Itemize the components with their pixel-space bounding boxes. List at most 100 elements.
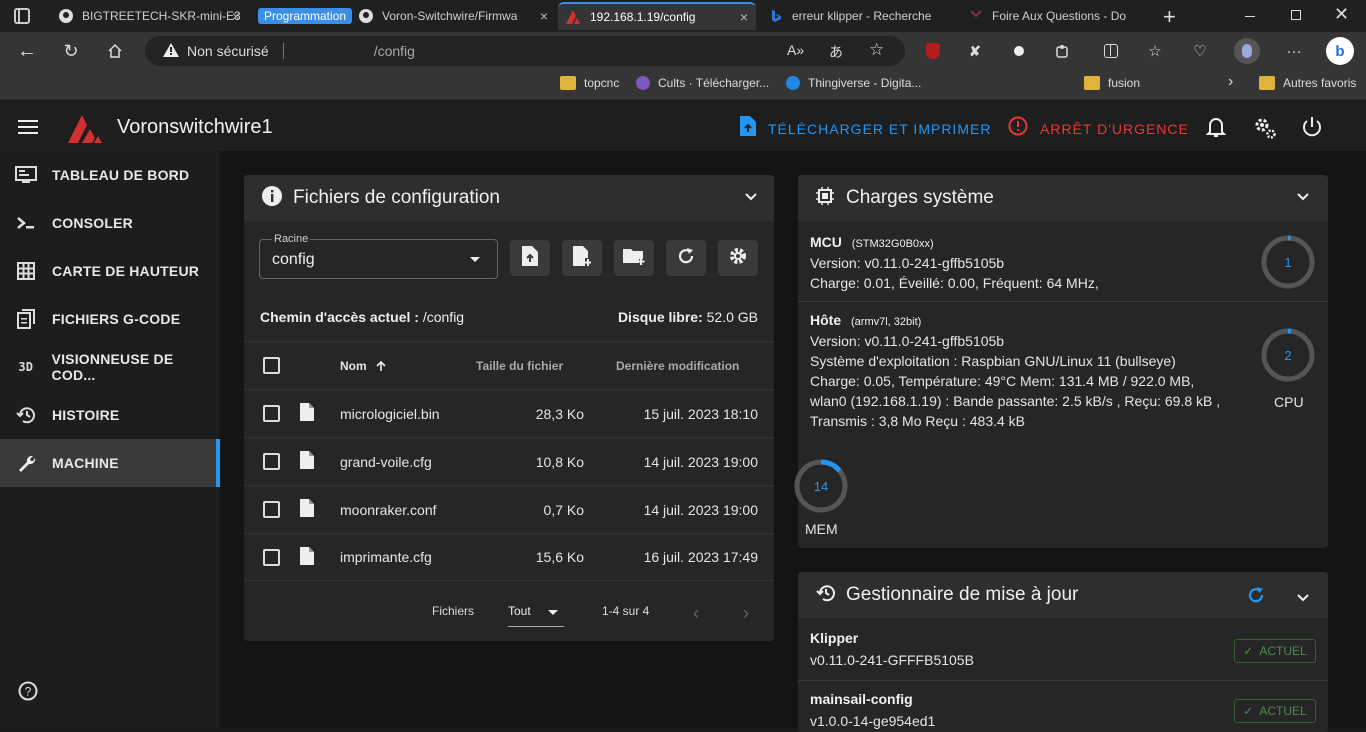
new-file-button[interactable] — [562, 240, 602, 276]
close-icon[interactable]: × — [540, 8, 548, 24]
file-name[interactable]: moonraker.conf — [340, 502, 437, 518]
file-name[interactable]: grand-voile.cfg — [340, 454, 432, 470]
security-label[interactable]: Non sécurisé — [187, 43, 269, 59]
more-menu-icon[interactable]: ··· — [1283, 40, 1305, 62]
sidebar-item-gcode-viewer[interactable]: 3D VISIONNEUSE DE COD... — [0, 343, 220, 391]
settings-button[interactable] — [718, 240, 758, 276]
browser-tab-active[interactable]: 192.168.1.19/config × — [558, 2, 756, 30]
table-row[interactable]: micrologiciel.bin 28,3 Ko 15 juil. 2023 … — [244, 389, 774, 437]
power-icon[interactable] — [1301, 116, 1323, 143]
upload-print-button[interactable]: TÉLÉCHARGER ET IMPRIMER — [738, 116, 991, 141]
refresh-button[interactable] — [666, 240, 706, 276]
tab-title: BIGTREETECH-SKR-mini-E3 — [82, 9, 241, 23]
extension-x-icon[interactable]: ✘ — [964, 40, 986, 62]
upload-file-button[interactable] — [510, 240, 550, 276]
row-checkbox[interactable] — [263, 405, 280, 422]
restore-button[interactable] — [1291, 10, 1301, 20]
chevron-right-icon[interactable]: › — [1228, 73, 1233, 91]
url-path[interactable]: /config — [374, 43, 415, 59]
mainsail-icon — [566, 9, 582, 25]
column-size[interactable]: Taille du fichier — [476, 359, 563, 373]
favorite-item[interactable]: fusion — [1084, 76, 1140, 90]
check-icon: ✓ — [1243, 644, 1254, 658]
table-row[interactable]: grand-voile.cfg 10,8 Ko 14 juil. 2023 19… — [244, 437, 774, 485]
extensions-puzzle-icon[interactable] — [1052, 40, 1074, 62]
browser-tab[interactable]: erreur klipper - Recherche — [760, 2, 954, 30]
sidebar-item-dashboard[interactable]: TABLEAU DE BORD — [0, 151, 220, 199]
minimize-button[interactable] — [1245, 16, 1255, 17]
browser-tab[interactable]: BIGTREETECH-SKR-mini-E3 × — [50, 2, 248, 30]
refresh-icon[interactable] — [1246, 585, 1266, 610]
chevron-down-icon[interactable] — [1296, 590, 1310, 608]
select-all-checkbox[interactable] — [263, 357, 280, 374]
up-to-date-button[interactable]: ✓ ACTUEL — [1234, 639, 1316, 663]
menu-icon[interactable] — [18, 120, 38, 134]
root-select[interactable]: Racine config — [259, 233, 498, 279]
favorites-icon[interactable]: ☆ — [1144, 40, 1166, 62]
new-folder-button[interactable] — [614, 240, 654, 276]
home-icon[interactable] — [104, 40, 126, 62]
sidebar-item-console[interactable]: CONSOLER — [0, 199, 220, 247]
close-window-button[interactable]: ✕ — [1334, 4, 1349, 25]
host-name: Hôte (armv7l, 32bit) — [810, 312, 922, 328]
close-icon[interactable]: × — [232, 8, 240, 24]
extension-icon[interactable] — [1008, 40, 1030, 62]
bing-copilot-icon[interactable]: b — [1326, 37, 1354, 65]
file-name[interactable]: micrologiciel.bin — [340, 406, 440, 422]
reload-icon[interactable]: ↻ — [60, 40, 82, 62]
tab-group-label[interactable]: Programmation — [258, 8, 353, 24]
profile-avatar[interactable] — [1234, 38, 1260, 64]
sidebar-item-gcode-files[interactable]: FICHIERS G-CODE — [0, 295, 220, 343]
up-to-date-button[interactable]: ✓ ACTUEL — [1234, 699, 1316, 723]
chevron-down-icon[interactable] — [744, 189, 758, 207]
ublock-icon[interactable] — [922, 40, 944, 62]
tab-actions-icon[interactable] — [14, 8, 30, 24]
dropdown-arrow-icon — [548, 610, 558, 615]
update-item-version: v0.11.0-241-GFFFB5105B — [810, 652, 974, 668]
mem-gauge: 14 — [793, 458, 849, 519]
address-bar[interactable]: Non sécurisé /config A» あ ☆ — [145, 36, 905, 66]
favorite-item[interactable]: Thingiverse - Digita... — [786, 76, 921, 90]
browser-toolbar: ← ↻ Non sécurisé /config A» あ ☆ ✘ ☆ ♡ ··… — [0, 32, 1366, 70]
sidebar-item-history[interactable]: HISTOIRE — [0, 391, 220, 439]
column-name[interactable]: Nom — [340, 359, 367, 373]
favorite-item[interactable]: Autres favoris — [1259, 76, 1356, 90]
row-checkbox[interactable] — [263, 501, 280, 518]
read-aloud-icon[interactable]: A» — [787, 42, 804, 58]
panel-title: Gestionnaire de mise à jour — [846, 584, 1079, 605]
column-modified[interactable]: Dernière modification — [616, 359, 739, 373]
sidebar-item-heightmap[interactable]: CARTE DE HAUTEUR — [0, 247, 220, 295]
new-tab-button[interactable]: + — [1163, 4, 1176, 30]
settings-cogs-icon[interactable] — [1253, 116, 1277, 145]
file-size: 0,7 Ko — [543, 501, 584, 518]
translate-icon[interactable]: あ — [829, 42, 843, 62]
browser-tab[interactable]: Foire Aux Questions - Do — [960, 2, 1152, 30]
folder-icon — [1259, 76, 1275, 90]
tab-title: Voron-Switchwire/Firmwa — [382, 9, 518, 23]
close-icon[interactable]: × — [740, 9, 748, 25]
chevron-down-icon[interactable] — [1296, 189, 1310, 207]
split-screen-icon[interactable] — [1100, 40, 1122, 62]
favorite-item[interactable]: Cults · Télécharger... — [636, 76, 769, 90]
file-name[interactable]: imprimante.cfg — [340, 549, 432, 565]
back-icon[interactable]: ← — [16, 40, 38, 62]
arrow-up-icon[interactable] — [375, 359, 387, 375]
sidebar-item-machine[interactable]: MACHINE — [0, 439, 220, 487]
per-page-select[interactable]: Tout — [508, 599, 564, 627]
chevron-left-icon[interactable]: ‹ — [693, 603, 699, 624]
table-row[interactable]: imprimante.cfg 15,6 Ko 16 juil. 2023 17:… — [244, 533, 774, 581]
chevron-right-icon[interactable]: › — [743, 603, 749, 624]
browser-tab[interactable]: Programmation Voron-Switchwire/Firmwa × — [250, 2, 556, 30]
emergency-stop-button[interactable]: ARRÊT D'URGENCE — [1008, 116, 1189, 141]
favorite-item[interactable]: topcnc — [560, 76, 619, 90]
performance-icon[interactable]: ♡ — [1189, 40, 1211, 62]
page-range: 1-4 sur 4 — [602, 604, 650, 618]
host-version: Version: v0.11.0-241-gffb5105b — [810, 333, 1005, 349]
row-checkbox[interactable] — [263, 548, 280, 566]
wrench-icon — [0, 453, 52, 473]
help-icon[interactable]: ? — [18, 681, 38, 706]
favorite-star-icon[interactable]: ☆ — [869, 40, 884, 60]
row-checkbox[interactable] — [263, 453, 280, 470]
table-row[interactable]: moonraker.conf 0,7 Ko 14 juil. 2023 19:0… — [244, 485, 774, 533]
notifications-bell-icon[interactable] — [1205, 116, 1227, 143]
